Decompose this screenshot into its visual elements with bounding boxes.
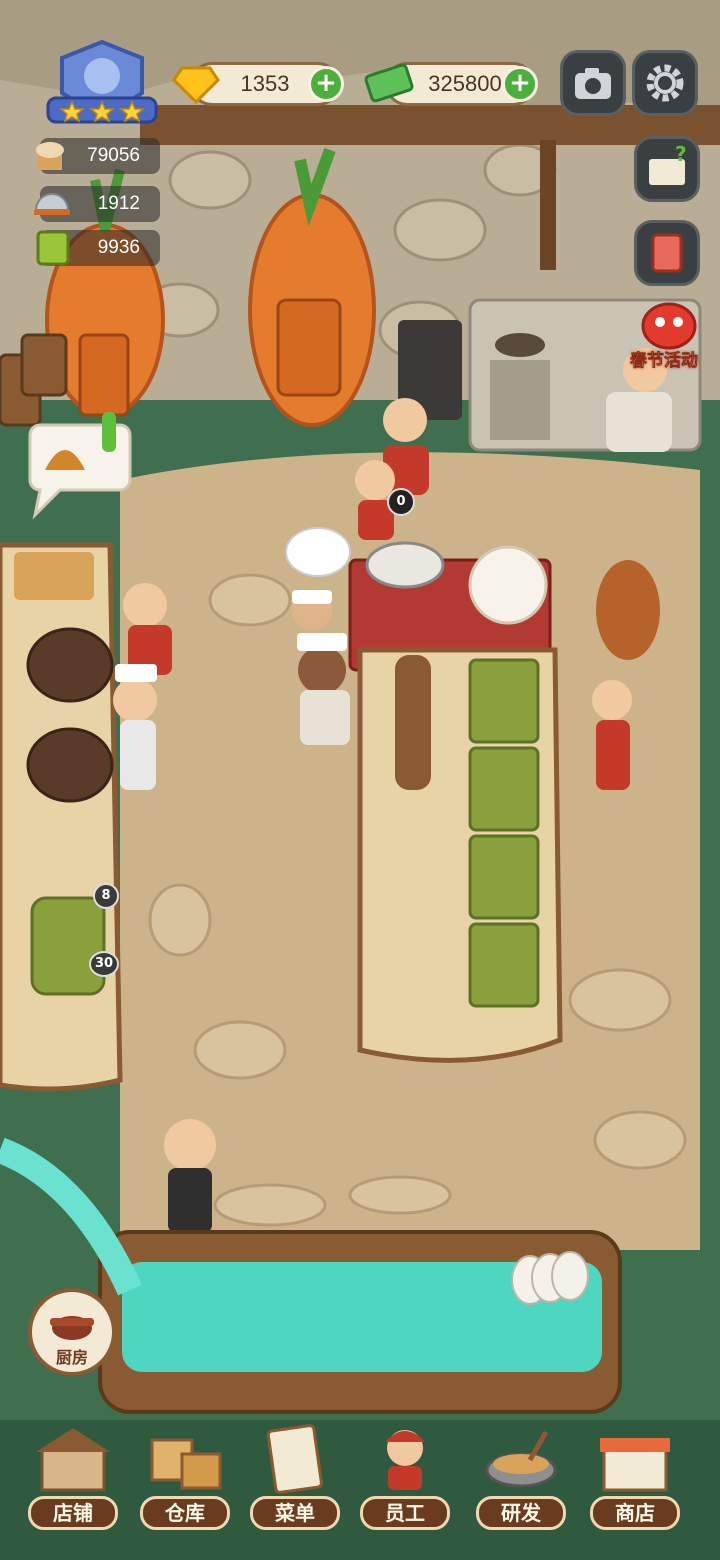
staff-icon [385, 1430, 425, 1490]
nav-menu[interactable]: 菜单 [250, 1420, 350, 1530]
stat-value: 79056 [87, 145, 140, 166]
serving-cloche-icon [30, 184, 74, 224]
nav-label: 研发 [476, 1496, 566, 1530]
restaurant-rating-badge[interactable] [42, 38, 162, 128]
settings-button[interactable] [632, 50, 698, 116]
cash-count: 325800 [428, 71, 502, 96]
nav-store[interactable]: 商店 [590, 1420, 690, 1530]
recipe-button[interactable] [634, 220, 700, 286]
event-label: 春节活动 [630, 351, 699, 372]
nav-shop[interactable]: 店铺 [28, 1420, 128, 1530]
nav-label: 员工 [360, 1496, 450, 1530]
add-gems-button[interactable]: + [308, 66, 344, 102]
camera-icon [575, 68, 611, 99]
chef-hat-icon [30, 136, 70, 176]
stat-value: 9936 [97, 237, 140, 258]
nav-label: 菜单 [250, 1496, 340, 1530]
rating-shield-icon [46, 39, 158, 124]
add-cash-button[interactable]: + [502, 66, 538, 102]
order-counter-badge: 0 [387, 488, 415, 516]
menu-clipboard-icon [266, 1424, 323, 1494]
cooking-pot-icon [485, 1430, 557, 1488]
svg-text:?: ? [675, 142, 687, 166]
cash-icon [364, 56, 416, 108]
nav-label: 店铺 [28, 1496, 118, 1530]
kitchen-label: 厨房 [55, 1348, 88, 1367]
spring-festival-event-button[interactable]: 春节活动 [624, 296, 714, 376]
nav-label: 仓库 [140, 1496, 230, 1530]
warehouse-boxes-icon [150, 1438, 222, 1490]
stat-value: 1912 [97, 193, 140, 214]
store-icon [600, 1438, 670, 1492]
cooking-pot-icon [50, 1316, 94, 1340]
book-question-icon: ? [649, 142, 687, 185]
prep-count-badge: 30 [89, 951, 119, 977]
recipe-book-icon [651, 233, 683, 273]
nav-staff[interactable]: 员工 [360, 1420, 460, 1530]
menu-book-icon [34, 228, 72, 268]
camera-button[interactable] [560, 50, 626, 116]
nav-research[interactable]: 研发 [476, 1420, 576, 1530]
prep-count-badge: 8 [93, 883, 119, 909]
gem-icon [172, 58, 220, 106]
nav-label: 商店 [590, 1496, 680, 1530]
gem-count: 1353 [240, 71, 290, 96]
kitchen-button[interactable]: 厨房 [28, 1288, 116, 1376]
gear-icon [646, 64, 684, 102]
nav-warehouse[interactable]: 仓库 [140, 1420, 240, 1530]
shop-building-icon [36, 1428, 110, 1492]
prep-table [0, 542, 123, 1092]
guide-button[interactable]: ? [634, 136, 700, 202]
